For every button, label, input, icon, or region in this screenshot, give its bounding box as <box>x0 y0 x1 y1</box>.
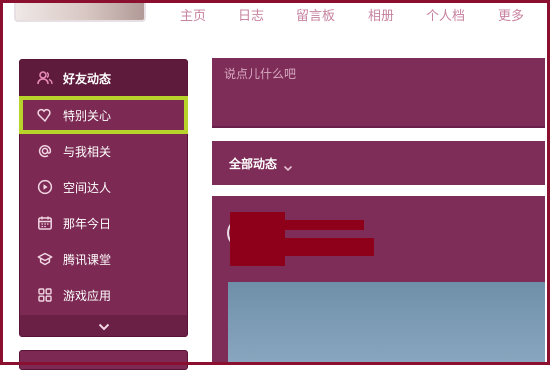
sidebar-item-label: 空间达人 <box>63 180 112 195</box>
sidebar-item-games-apps[interactable]: 游戏应用 <box>20 277 187 313</box>
post-input[interactable] <box>222 64 526 84</box>
feed-image[interactable] <box>228 282 545 365</box>
redaction-block <box>230 212 285 266</box>
nav-blog[interactable]: 日志 <box>238 5 264 24</box>
sidebar-item-space-expert[interactable]: 空间达人 <box>20 169 187 205</box>
nav-guestbook[interactable]: 留言板 <box>296 5 335 24</box>
profile-avatar[interactable] <box>14 0 146 22</box>
redaction-block <box>284 238 374 256</box>
sidebar-item-label: 游戏应用 <box>63 288 112 303</box>
feed-item <box>212 196 545 365</box>
friends-icon <box>36 69 54 87</box>
chevron-down-icon[interactable] <box>283 158 293 172</box>
sidebar-secondary-panel <box>19 350 188 370</box>
chevron-down-icon <box>98 316 110 335</box>
play-circle-icon <box>36 178 54 196</box>
sidebar-item-label: 那年今日 <box>63 216 112 231</box>
sidebar-item-label: 与我相关 <box>63 144 112 159</box>
post-composer[interactable] <box>212 58 545 128</box>
sidebar-item-label: 特别关心 <box>63 108 112 123</box>
sidebar-item-label: 腾讯课堂 <box>63 252 112 267</box>
calendar-icon <box>36 214 54 232</box>
graduation-cap-icon <box>36 250 54 268</box>
sidebar-expand-button[interactable] <box>20 315 187 336</box>
sidebar-item-related-to-me[interactable]: 与我相关 <box>20 133 187 169</box>
sidebar-item-friends-feed[interactable]: 好友动态 <box>20 60 187 96</box>
feed-filter-dropdown[interactable]: 全部动态 <box>229 155 277 172</box>
heart-icon <box>36 106 54 124</box>
nav-album[interactable]: 相册 <box>368 5 394 24</box>
sidebar: 好友动态 特别关心 与我相关 空间达人 那年今日 腾讯课堂 游戏应用 <box>19 59 188 337</box>
redaction-block <box>284 220 364 230</box>
sidebar-item-special-care[interactable]: 特别关心 <box>19 96 188 134</box>
feed-filter-bar: 全部动态 <box>212 141 545 185</box>
sidebar-item-tencent-class[interactable]: 腾讯课堂 <box>20 241 187 277</box>
nav-more[interactable]: 更多 <box>498 5 524 24</box>
at-icon <box>36 142 54 160</box>
nav-home[interactable]: 主页 <box>180 5 206 24</box>
sidebar-item-label: 好友动态 <box>63 71 112 86</box>
nav-profile[interactable]: 个人档 <box>426 5 465 24</box>
grid-icon <box>36 286 54 304</box>
sidebar-item-this-day[interactable]: 那年今日 <box>20 205 187 241</box>
